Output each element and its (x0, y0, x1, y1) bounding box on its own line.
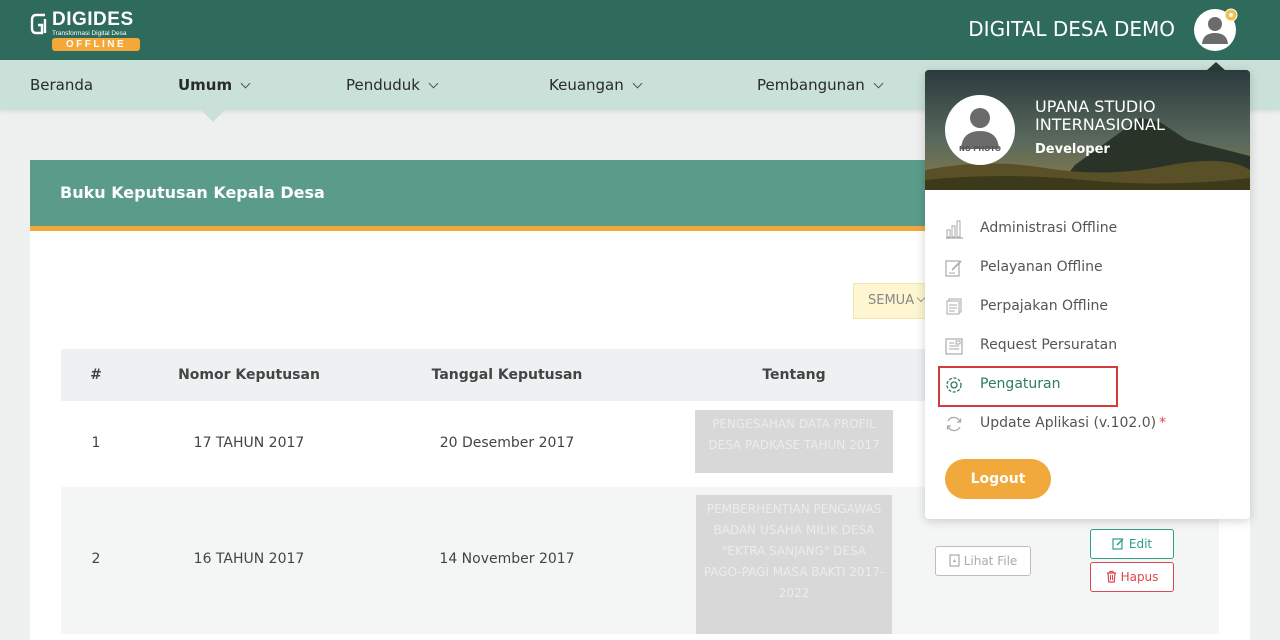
chevron-down-icon (632, 78, 643, 89)
nomor-keputusan: 16 TAHUN 2017 (193, 551, 305, 567)
menu-item-update-aplikasi[interactable]: Update Aplikasi (v.102.0) * (925, 409, 1250, 439)
active-nav-pointer (201, 110, 225, 122)
app-title: DIGITAL DESA DEMO (968, 17, 1175, 41)
menu-item-administrasi-offline[interactable]: Administrasi Offline (925, 214, 1250, 244)
chart-icon (946, 220, 963, 239)
user-silhouette-icon (961, 108, 999, 149)
edit-button[interactable]: Edit (1090, 529, 1174, 559)
tanggal-keputusan: 14 November 2017 (439, 551, 575, 567)
logo-tagline: Transformasi Digital Desa (52, 30, 127, 37)
profile-role: Developer (1035, 142, 1110, 157)
letter-icon (945, 338, 963, 355)
tentang-text: PEMBERHENTIAN PENGAWAS BADAN USAHA MILIK… (696, 495, 892, 634)
chevron-down-icon (873, 78, 884, 89)
lihat-file-button[interactable]: Lihat File (935, 546, 1031, 576)
nav-item-penduduk[interactable]: Penduduk (346, 76, 439, 94)
profile-hero: NO PHOTO UPANA STUDIO INTERNASIONAL Deve… (925, 70, 1250, 190)
trash-icon (1106, 570, 1116, 583)
chevron-down-icon (240, 78, 251, 89)
profile-name: UPANA STUDIO INTERNASIONAL (1035, 97, 1165, 134)
settings-badge-icon (1224, 8, 1238, 22)
highlight-box (938, 366, 1118, 407)
hapus-button[interactable]: Hapus (1090, 562, 1174, 592)
offline-badge: OFFLINE (52, 38, 140, 51)
tanggal-keputusan: 20 Desember 2017 (439, 435, 575, 451)
avatar-caption: NO PHOTO (959, 145, 1001, 153)
tentang-text: PENGESAHAN DATA PROFIL DESA PADKASE TAHU… (695, 410, 893, 473)
file-icon (949, 554, 960, 567)
edit-icon (1112, 538, 1124, 550)
logout-button[interactable]: Logout (945, 459, 1051, 499)
row-number: 1 (91, 435, 101, 451)
edit-doc-icon (945, 260, 962, 277)
column-header: Tanggal Keputusan (431, 367, 583, 383)
nav-item-umum[interactable]: Umum (178, 76, 251, 94)
column-header: # (90, 367, 102, 383)
app-logo[interactable]: DIGIDES Transformasi Digital Desa OFFLIN… (30, 9, 142, 53)
refresh-icon (946, 416, 962, 432)
menu-item-request-persuratan[interactable]: Request Persuratan (925, 331, 1250, 361)
nav-item-keuangan[interactable]: Keuangan (549, 76, 643, 94)
menu-item-perpajakan-offline[interactable]: Perpajakan Offline (925, 292, 1250, 322)
panel-title: Buku Keputusan Kepala Desa (60, 183, 325, 202)
user-dropdown-menu: NO PHOTO UPANA STUDIO INTERNASIONAL Deve… (925, 70, 1250, 519)
nomor-keputusan: 17 TAHUN 2017 (193, 435, 305, 451)
column-header: Nomor Keputusan (178, 367, 320, 383)
nav-item-beranda[interactable]: Beranda (30, 76, 93, 94)
required-marker: * (1159, 415, 1167, 431)
logo-mark-icon (30, 13, 47, 35)
logo-title: DIGIDES (52, 9, 134, 30)
top-header: DIGIDES Transformasi Digital Desa OFFLIN… (0, 0, 1280, 60)
nav-item-pembangunan[interactable]: Pembangunan (757, 76, 884, 94)
column-header: Tentang (762, 367, 826, 383)
menu-item-pelayanan-offline[interactable]: Pelayanan Offline (925, 253, 1250, 283)
row-number: 2 (91, 551, 101, 567)
profile-avatar: NO PHOTO (945, 95, 1015, 165)
stack-icon (946, 298, 962, 315)
chevron-down-icon (428, 78, 439, 89)
